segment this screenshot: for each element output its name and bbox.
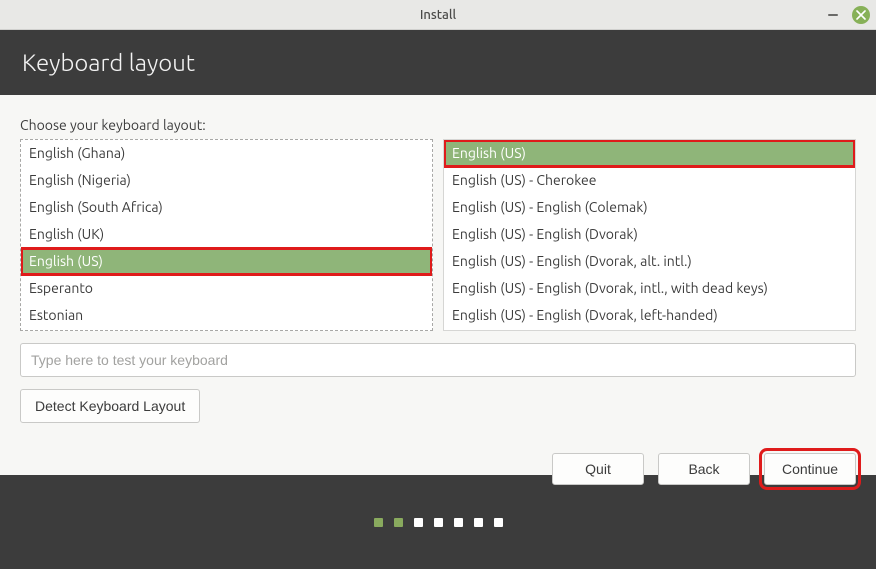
quit-button[interactable]: Quit [552, 453, 644, 485]
variant-list-item[interactable]: English (US) - English (Colemak) [444, 194, 855, 221]
language-list-item[interactable]: Estonian [21, 302, 432, 329]
progress-dot [494, 518, 503, 527]
detect-layout-button[interactable]: Detect Keyboard Layout [20, 389, 200, 423]
language-list-item[interactable]: English (UK) [21, 221, 432, 248]
language-list-item[interactable]: English (South Africa) [21, 194, 432, 221]
language-list-item[interactable]: Esperanto [21, 275, 432, 302]
variant-list-item[interactable]: English (US) [444, 140, 855, 167]
variant-listbox[interactable]: English (US)English (US) - CherokeeEngli… [443, 139, 856, 331]
progress-dot [374, 518, 383, 527]
language-list-item[interactable]: English (Ghana) [21, 140, 432, 167]
progress-dot [394, 518, 403, 527]
language-listbox[interactable]: English (Ghana)English (Nigeria)English … [20, 139, 433, 331]
progress-dot [414, 518, 423, 527]
progress-dot [434, 518, 443, 527]
variant-list-item[interactable]: English (US) - English (Dvorak, left-han… [444, 302, 855, 329]
variant-list-item[interactable]: English (US) - English (Dvorak) [444, 221, 855, 248]
prompt-label: Choose your keyboard layout: [20, 117, 856, 133]
window-controls [824, 6, 870, 24]
language-list-item[interactable]: English (Nigeria) [21, 167, 432, 194]
variant-list-item[interactable]: English (US) - English (Dvorak, right-ha… [444, 329, 855, 330]
language-list-item[interactable]: Faroese [21, 329, 432, 330]
language-list-item[interactable]: English (US) [21, 248, 432, 275]
variant-list-item[interactable]: English (US) - English (Dvorak, intl., w… [444, 275, 855, 302]
titlebar: Install [0, 0, 876, 30]
main-content: Choose your keyboard layout: English (Gh… [0, 95, 876, 475]
progress-dot [474, 518, 483, 527]
page-title: Keyboard layout [22, 49, 195, 76]
page-header: Keyboard layout [0, 30, 876, 95]
test-keyboard-input[interactable] [20, 343, 856, 377]
progress-dots [0, 475, 876, 569]
window-title: Install [0, 8, 876, 22]
variant-list-item[interactable]: English (US) - Cherokee [444, 167, 855, 194]
progress-dot [454, 518, 463, 527]
layout-lists: English (Ghana)English (Nigeria)English … [20, 139, 856, 331]
close-icon[interactable] [852, 6, 870, 24]
variant-list-item[interactable]: English (US) - English (Dvorak, alt. int… [444, 248, 855, 275]
minimize-icon[interactable] [824, 6, 842, 24]
continue-button[interactable]: Continue [764, 453, 856, 485]
back-button[interactable]: Back [658, 453, 750, 485]
